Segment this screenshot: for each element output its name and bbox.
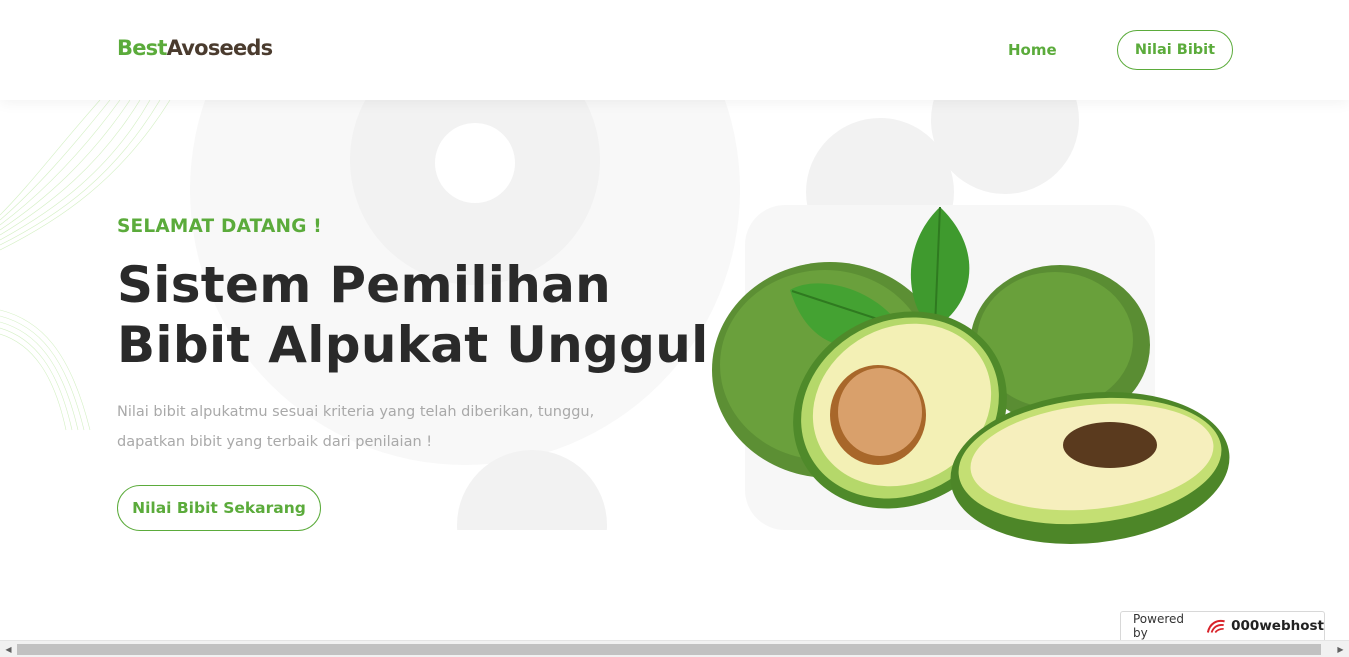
webhost-logo-icon	[1206, 619, 1225, 634]
hero-description: Nilai bibit alpukatmu sesuai kriteria ya…	[117, 404, 595, 450]
site-logo[interactable]: BestAvoseeds	[117, 36, 274, 60]
hero-title-line1: Sistem Pemilihan	[117, 256, 612, 314]
nav-nilai-bibit-button[interactable]: Nilai Bibit	[1117, 30, 1233, 70]
scrollbar-thumb[interactable]	[17, 644, 1321, 655]
hero-title: Sistem Pemilihan Bibit Alpukat Unggul	[117, 255, 717, 375]
nilai-bibit-sekarang-button[interactable]: Nilai Bibit Sekarang	[117, 485, 321, 531]
scroll-left-arrow-icon[interactable]: ◀	[0, 641, 17, 657]
logo-part-avoseeds: Avoseeds	[166, 36, 274, 60]
hero-title-line2: Bibit Alpukat Unggul	[117, 316, 709, 374]
hero-eyebrow: SELAMAT DATANG !	[117, 216, 322, 237]
powered-by-prefix: Powered by	[1133, 612, 1185, 640]
powered-by-brand: 000webhost	[1231, 618, 1324, 634]
site-header: BestAvoseeds Home Nilai Bibit	[0, 0, 1349, 100]
logo-part-best: Best	[117, 36, 167, 60]
scroll-right-arrow-icon[interactable]: ▶	[1332, 641, 1349, 657]
avocado-illustration-icon	[712, 206, 1230, 545]
nav-home-link[interactable]: Home	[1008, 41, 1057, 59]
powered-by-badge[interactable]: Powered by 000webhost	[1120, 611, 1325, 640]
horizontal-scrollbar[interactable]: ◀ ▶	[0, 640, 1349, 657]
